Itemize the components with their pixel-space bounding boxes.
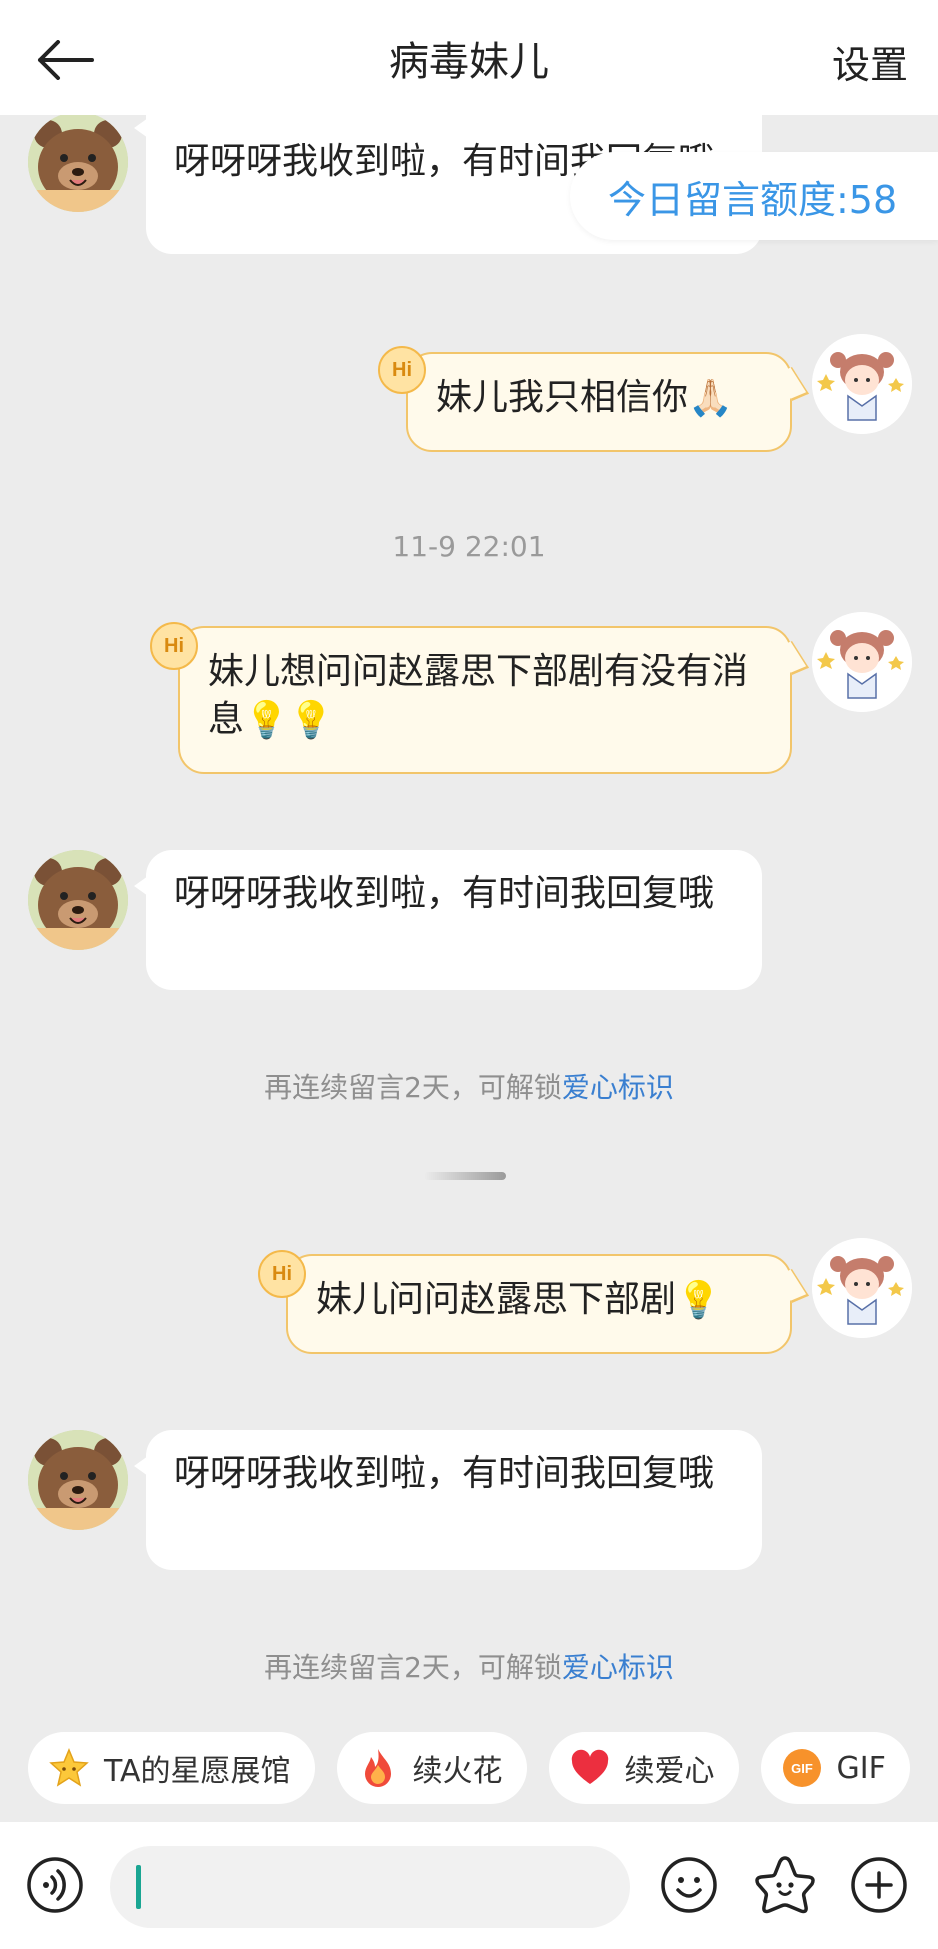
- bear-icon: [28, 1430, 128, 1530]
- message-input[interactable]: [110, 1846, 630, 1928]
- top-bar: 病毒妹儿 设置: [0, 0, 938, 115]
- chip-gif[interactable]: GIF GIF: [760, 1732, 910, 1804]
- system-note: 再连续留言2天，可解锁爱心标识: [0, 1066, 938, 1106]
- chip-label: TA的星愿展馆: [104, 1754, 291, 1789]
- praying-hands-emoji: 🙏🏻: [688, 378, 733, 419]
- system-note-text: 再连续留言2天，可解锁: [264, 1651, 562, 1684]
- lightbulb-emoji: 💡💡: [244, 700, 334, 741]
- hi-badge-icon: Hi: [150, 622, 198, 670]
- back-button[interactable]: [30, 30, 100, 90]
- svg-text:GIF: GIF: [791, 1761, 813, 1776]
- settings-button[interactable]: 设置: [832, 34, 908, 89]
- bear-avatar[interactable]: [28, 850, 128, 950]
- star-icon: [48, 1747, 90, 1789]
- chip-star-gallery[interactable]: TA的星愿展馆: [28, 1732, 315, 1804]
- chip-label: 续火花: [412, 1754, 503, 1789]
- timestamp: 11-9 22:01: [392, 530, 546, 563]
- message-bubble-sent[interactable]: 妹儿问问赵露思下部剧💡: [286, 1254, 792, 1354]
- girl-avatar-icon: [812, 334, 912, 434]
- quota-label: 今日留言额度:58: [608, 177, 898, 222]
- text-caret: [136, 1865, 141, 1909]
- chip-label: 续爱心: [624, 1754, 715, 1789]
- system-note-text: 再连续留言2天，可解锁: [264, 1071, 562, 1104]
- message-bubble-sent[interactable]: 妹儿想问问赵露思下部剧有没有消息💡💡: [178, 626, 792, 774]
- message-text: 呀呀呀我收到啦，有时间我回复哦: [174, 1453, 715, 1494]
- chip-continue-heart[interactable]: 续爱心: [548, 1732, 739, 1804]
- input-bar: [0, 1822, 938, 1949]
- voice-button[interactable]: [26, 1856, 84, 1914]
- star-face-icon: [755, 1856, 815, 1914]
- voice-icon: [27, 1857, 83, 1913]
- user-avatar[interactable]: [812, 612, 912, 712]
- user-avatar[interactable]: [812, 334, 912, 434]
- message-bubble-sent[interactable]: 妹儿我只相信你🙏🏻: [406, 352, 792, 452]
- emoji-button[interactable]: [660, 1856, 718, 1914]
- bear-icon: [28, 112, 128, 212]
- sticker-button[interactable]: [754, 1854, 816, 1916]
- bear-avatar[interactable]: [28, 1430, 128, 1530]
- more-button[interactable]: [850, 1856, 908, 1914]
- user-avatar[interactable]: [812, 1238, 912, 1338]
- gif-icon: GIF: [781, 1747, 823, 1789]
- fire-icon: [357, 1747, 399, 1789]
- chip-label: GIF: [836, 1750, 886, 1786]
- heart-badge-link[interactable]: 爱心标识: [562, 1651, 674, 1684]
- arrow-left-icon: [38, 40, 94, 80]
- message-bubble-received[interactable]: 呀呀呀我收到啦，有时间我回复哦: [134, 850, 762, 990]
- message-bubble-received[interactable]: 呀呀呀我收到啦，有时间我回复哦: [134, 1430, 762, 1570]
- quick-action-chips: TA的星愿展馆 续火花 续爱心 GIF GIF: [28, 1732, 910, 1804]
- system-note: 再连续留言2天，可解锁爱心标识: [0, 1646, 938, 1686]
- heart-icon: [569, 1747, 611, 1789]
- hi-badge-icon: Hi: [258, 1250, 306, 1298]
- bear-avatar[interactable]: [28, 112, 128, 212]
- message-text: 妹儿我只相信你: [436, 377, 689, 418]
- lightbulb-emoji: 💡: [676, 1280, 721, 1321]
- hi-badge-icon: Hi: [378, 346, 426, 394]
- page-title: 病毒妹儿: [389, 38, 549, 85]
- girl-avatar-icon: [812, 1238, 912, 1338]
- message-text: 呀呀呀我收到啦，有时间我回复哦: [174, 873, 715, 914]
- message-text: 妹儿问问赵露思下部剧: [316, 1279, 677, 1320]
- plus-icon: [851, 1857, 907, 1913]
- heart-badge-link[interactable]: 爱心标识: [562, 1071, 674, 1104]
- girl-avatar-icon: [812, 612, 912, 712]
- smile-icon: [661, 1857, 717, 1913]
- chip-continue-spark[interactable]: 续火花: [336, 1732, 527, 1804]
- bear-icon: [28, 850, 128, 950]
- loading-divider: [424, 1172, 506, 1180]
- message-quota-badge: 今日留言额度:58: [570, 152, 938, 240]
